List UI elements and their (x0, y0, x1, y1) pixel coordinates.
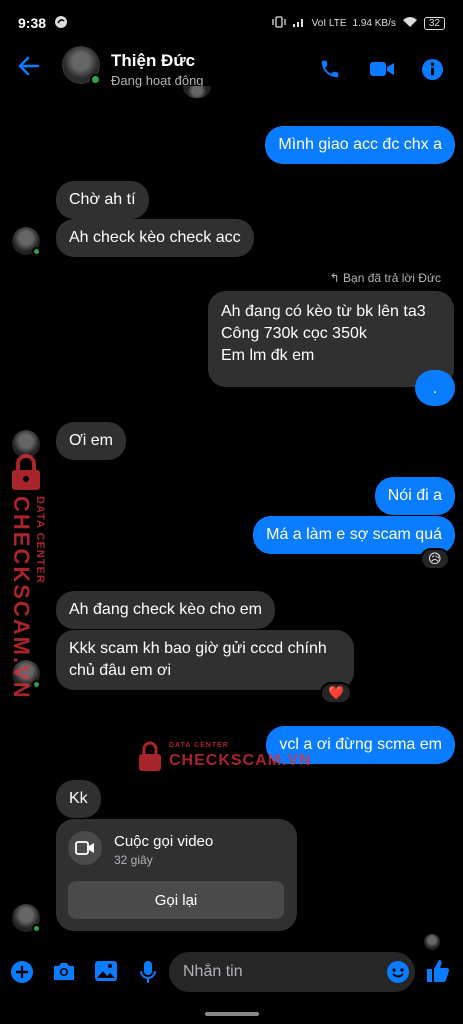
call-duration: 32 giây (114, 853, 153, 867)
video-call-card[interactable]: Cuộc gọi video 32 giây Gọi lại (56, 819, 297, 931)
gesture-nav-bar[interactable] (205, 1012, 259, 1016)
reply-arrow-icon: ↰ (329, 271, 344, 285)
watermark-vertical-main: CHECKSCAM.VN (9, 496, 34, 700)
notification-icon (54, 15, 68, 32)
watermark-center-top: DATA CENTER (169, 742, 229, 749)
composer-bar (0, 952, 463, 994)
info-icon[interactable] (421, 58, 444, 86)
online-status-dot (90, 74, 101, 85)
online-status-dot (32, 924, 41, 933)
status-bar: 9:38 VoI LTE 1.94 KB/s 32 (0, 0, 463, 46)
status-indicators: VoI LTE 1.94 KB/s 32 (272, 15, 445, 31)
incoming-message[interactable]: Ah đang check kèo cho em (56, 591, 276, 629)
seen-avatar (183, 86, 211, 98)
outgoing-message[interactable]: Mình giao acc đc chx a (265, 126, 455, 164)
network-type: VoI LTE (311, 17, 347, 29)
reply-indicator: ↰ Bạn đã trả lời Đức (330, 271, 441, 285)
signal-icon (292, 16, 306, 31)
online-status-dot (32, 247, 41, 256)
watermark-center-main: CHECKSCAM.VN (169, 752, 312, 769)
contact-name[interactable]: Thiện Đức (111, 51, 195, 71)
network-speed: 1.94 KB/s (352, 17, 396, 29)
call-back-button[interactable]: Gọi lại (68, 881, 284, 919)
replied-message[interactable]: Ah đang có kèo từ bk lên ta3 Công 730k c… (208, 291, 454, 387)
vibrate-icon (272, 15, 286, 31)
incoming-message[interactable]: Ơi em (56, 422, 126, 460)
message-reaction[interactable]: 😥 (420, 548, 450, 570)
status-time: 9:38 (18, 15, 47, 31)
like-thumb-icon[interactable] (425, 958, 451, 989)
battery-indicator: 32 (423, 16, 445, 30)
watermark-lock-icon (137, 740, 163, 777)
watermark-lock-icon (6, 452, 46, 497)
outgoing-message[interactable]: Nói đi a (374, 477, 455, 515)
microphone-icon[interactable] (138, 960, 158, 989)
watermark-vertical: DATA CENTER CHECKSCAM.VN (6, 452, 46, 700)
incoming-message[interactable]: Ah check kèo check acc (56, 219, 254, 257)
incoming-message[interactable]: Chờ ah tí (56, 181, 149, 219)
message-input[interactable] (169, 952, 415, 992)
seen-avatar (424, 934, 440, 950)
outgoing-message[interactable]: Má a làm e sợ scam quá (253, 516, 455, 554)
watermark-vertical-top: DATA CENTER (34, 496, 46, 584)
outgoing-message[interactable]: . (415, 370, 455, 406)
incoming-message[interactable]: Kkk scam kh bao giờ gửi cccd chính chủ đ… (56, 630, 354, 690)
conversation-header: Thiện Đức Đang hoạt động (0, 46, 463, 92)
wifi-icon (402, 16, 418, 31)
emoji-icon[interactable] (386, 960, 410, 989)
phone-icon[interactable] (319, 58, 341, 85)
incoming-message[interactable]: Kk (56, 780, 101, 818)
video-call-icon (68, 831, 102, 865)
reply-note-text: Bạn đã trả lời Đức (343, 271, 441, 285)
plus-icon[interactable] (10, 960, 34, 989)
gallery-icon[interactable] (94, 960, 118, 987)
camera-icon[interactable] (52, 960, 76, 987)
back-arrow-icon[interactable] (18, 56, 40, 81)
message-reaction[interactable]: ❤️ (320, 682, 353, 704)
video-camera-icon[interactable] (369, 58, 395, 85)
call-title: Cuộc gọi video (114, 833, 214, 850)
